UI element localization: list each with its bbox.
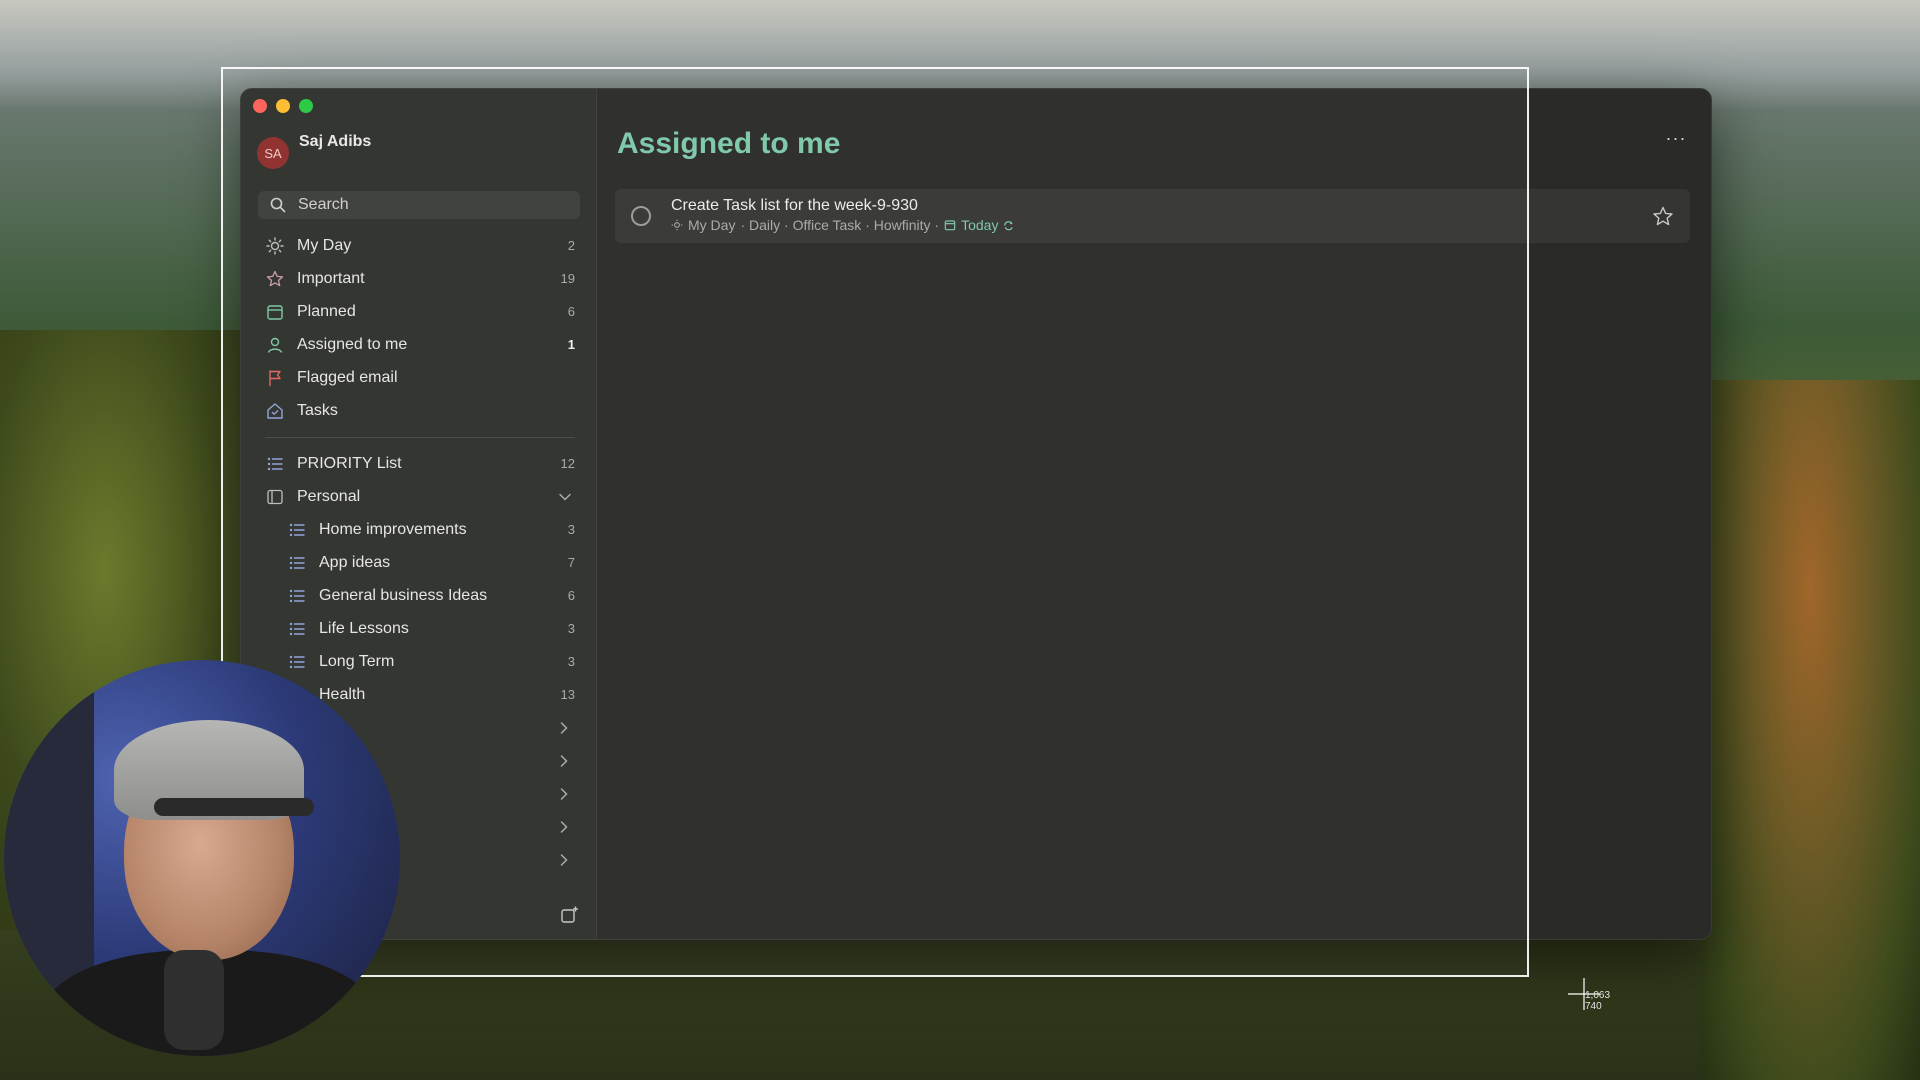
- sidebar-item-label: App ideas: [319, 553, 391, 571]
- list-icon: [287, 619, 307, 639]
- sun-icon: [265, 236, 285, 256]
- complete-task-checkbox[interactable]: [631, 206, 651, 226]
- list-icon: [287, 520, 307, 540]
- flag-icon: [265, 368, 285, 388]
- chevron-right-icon[interactable]: [557, 853, 571, 867]
- chevron-right-icon[interactable]: [557, 754, 571, 768]
- list-icon: [265, 454, 285, 474]
- sidebar-item-label: Health: [319, 685, 366, 703]
- cursor-coordinate-readout: 1,063 740: [1585, 990, 1610, 1012]
- new-group-button[interactable]: [560, 905, 580, 925]
- close-button[interactable]: [253, 99, 267, 113]
- search-icon: [270, 197, 286, 213]
- sidebar-item-tasks[interactable]: Tasks: [255, 394, 585, 427]
- sidebar-item-count: 6: [567, 304, 575, 319]
- sidebar-item-home-improvements[interactable]: Home improvements 3: [255, 513, 585, 546]
- chevron-right-icon[interactable]: [557, 787, 571, 801]
- sidebar-item-life-lessons[interactable]: Life Lessons 3: [255, 612, 585, 645]
- sidebar-item-long-term[interactable]: Long Term 3: [255, 645, 585, 678]
- new-group-icon: [561, 906, 578, 923]
- search-box[interactable]: [258, 191, 580, 219]
- sidebar-item-count: 6: [567, 588, 575, 603]
- sidebar-item-label: PRIORITY List: [297, 454, 402, 472]
- calendar-icon: [265, 302, 285, 322]
- sidebar-item-count: 13: [560, 687, 575, 702]
- list-icon: [287, 586, 307, 606]
- sidebar-item-label: Assigned to me: [297, 335, 408, 353]
- main-pane: Assigned to me ··· Create Task list for …: [597, 89, 1711, 939]
- sidebar-item-priority-list[interactable]: PRIORITY List 12: [255, 447, 585, 480]
- star-icon: [265, 269, 285, 289]
- minimize-button[interactable]: [276, 99, 290, 113]
- task-meta-my-day: My Day: [688, 217, 736, 233]
- sidebar-item-count: 3: [567, 522, 575, 537]
- sun-icon: [671, 219, 683, 231]
- task-meta: My Day · Daily · Office Task · Howfinity…: [671, 217, 1014, 233]
- person-icon: [265, 335, 285, 355]
- sidebar-item-label: Tasks: [297, 401, 338, 419]
- sidebar-item-label: Home improvements: [319, 520, 467, 538]
- sidebar-item-label: My Day: [297, 236, 352, 254]
- sidebar-item-count: 12: [560, 456, 575, 471]
- sidebar-item-label: Planned: [297, 302, 356, 320]
- list-icon: [287, 553, 307, 573]
- webcam-presenter-cap-brim: [154, 798, 314, 816]
- sidebar-item-label: General business Ideas: [319, 586, 488, 604]
- sidebar-item-count: 19: [560, 271, 575, 286]
- sidebar-item-count: 7: [567, 555, 575, 570]
- sidebar-item-label: Long Term: [319, 652, 395, 670]
- search-input[interactable]: [298, 196, 558, 214]
- list-icon: [287, 652, 307, 672]
- account-header[interactable]: SA Saj Adibs: [257, 133, 371, 169]
- sidebar-item-count: 2: [567, 238, 575, 253]
- group-icon: [265, 487, 285, 507]
- sidebar-item-label: Flagged email: [297, 368, 398, 386]
- sidebar-item-label: Life Lessons: [319, 619, 409, 637]
- sidebar-item-flagged-email[interactable]: Flagged email: [255, 361, 585, 394]
- sidebar-item-count: 1: [567, 337, 575, 352]
- page-title: Assigned to me: [617, 127, 841, 160]
- sidebar-item-app-ideas[interactable]: App ideas 7: [255, 546, 585, 579]
- sidebar-divider: [265, 437, 575, 438]
- sidebar-item-label: Personal: [297, 487, 361, 505]
- chevron-down-icon[interactable]: [555, 487, 575, 507]
- task-title: Create Task list for the week-9-930: [671, 197, 918, 214]
- sidebar-item-count: 3: [567, 654, 575, 669]
- sidebar-item-important[interactable]: Important 19: [255, 262, 585, 295]
- sidebar-item-my-day[interactable]: My Day 2: [255, 229, 585, 262]
- todo-app-window: SA Saj Adibs My Day 2 Importan: [240, 88, 1712, 940]
- user-name: Saj Adibs: [299, 133, 372, 150]
- sidebar-item-planned[interactable]: Planned 6: [255, 295, 585, 328]
- chevron-right-icon[interactable]: [557, 721, 571, 735]
- zoom-button[interactable]: [299, 99, 313, 113]
- repeat-icon: [1004, 220, 1014, 230]
- chevron-right-icon[interactable]: [557, 820, 571, 834]
- calendar-icon: [944, 220, 956, 231]
- sidebar-item-general-business-ideas[interactable]: General business Ideas 6: [255, 579, 585, 612]
- task-due-date: Today: [961, 217, 999, 233]
- task-meta-details: · Daily · Office Task · Howfinity ·: [740, 217, 940, 233]
- webcam-overlay: [4, 660, 400, 1056]
- sidebar-item-assigned-to-me[interactable]: Assigned to me 1: [255, 328, 585, 361]
- more-options-button[interactable]: ···: [1659, 125, 1693, 151]
- desktop-hill-right: [1700, 380, 1920, 1080]
- sidebar-group-personal[interactable]: Personal: [255, 480, 585, 513]
- cursor-x-readout: 1,063: [1585, 990, 1611, 1001]
- sidebar-item-count: 3: [567, 621, 575, 636]
- star-icon[interactable]: [1652, 205, 1674, 227]
- avatar: SA: [257, 137, 289, 169]
- window-controls: [253, 99, 313, 113]
- home-icon: [265, 401, 285, 421]
- cursor-y-readout: 740: [1585, 1001, 1602, 1012]
- microphone-icon: [164, 950, 224, 1050]
- sidebar-item-label: Important: [297, 269, 365, 287]
- task-row[interactable]: Create Task list for the week-9-930 My D…: [615, 189, 1690, 243]
